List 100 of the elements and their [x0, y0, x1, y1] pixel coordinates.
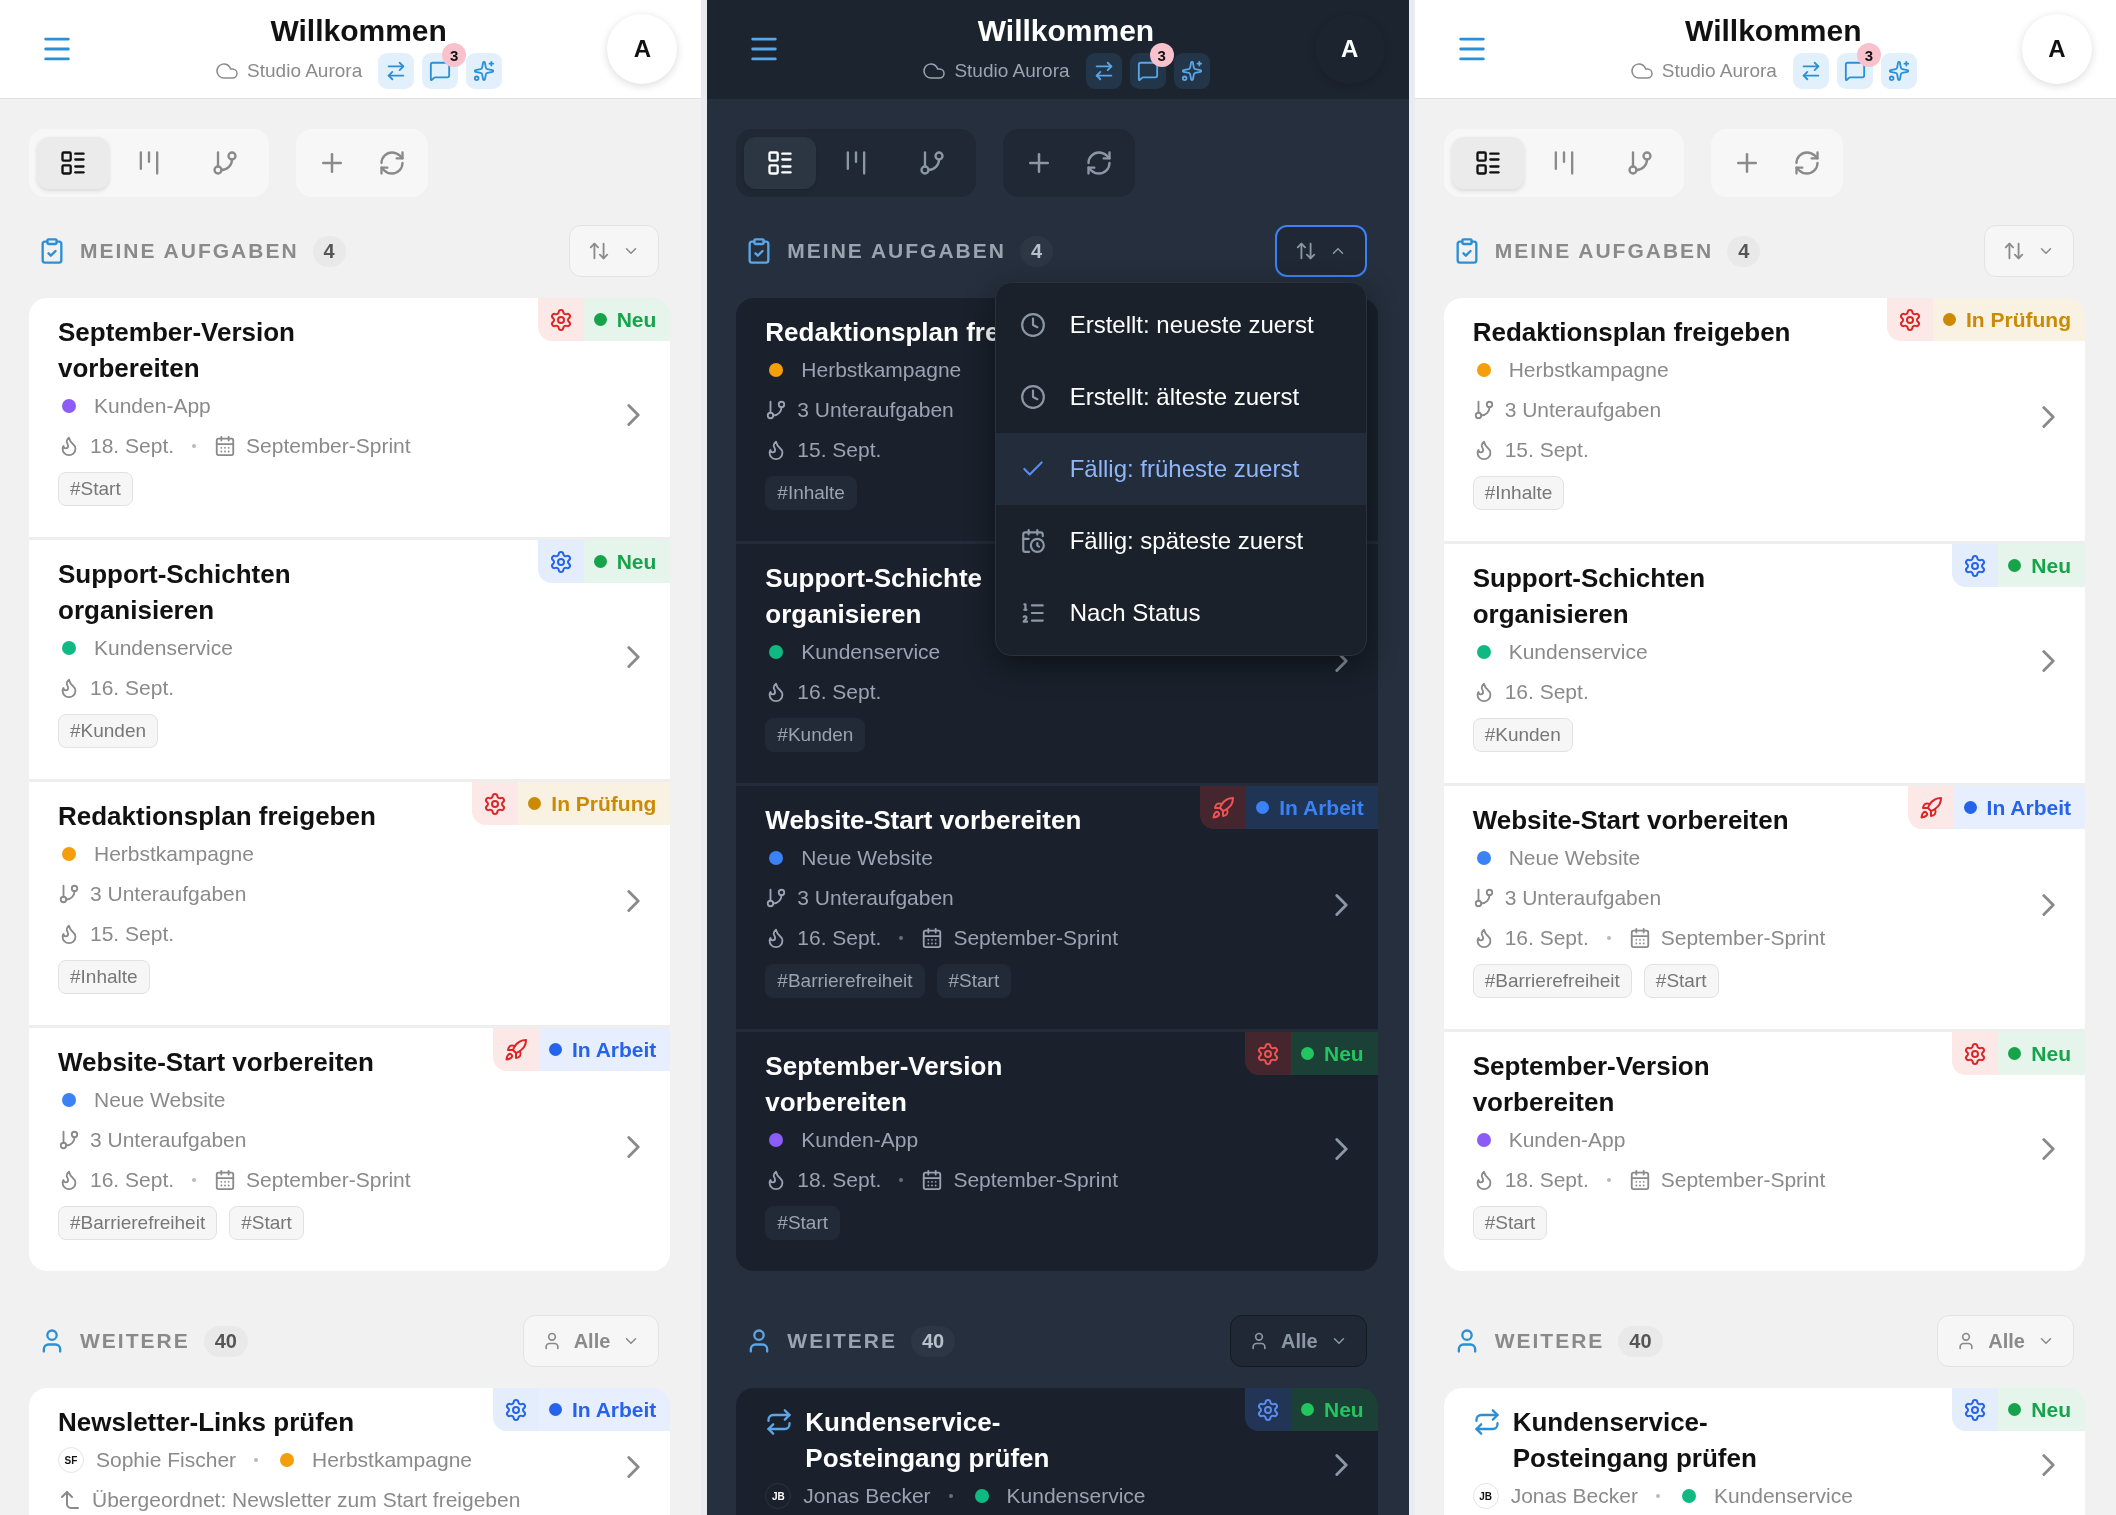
- task-title: Support-Schichte organisieren: [765, 562, 982, 631]
- task-title: Redaktionsplan freigeben: [58, 800, 376, 833]
- user-avatar[interactable]: A: [1314, 14, 1385, 84]
- sparkles-icon: [1887, 60, 1910, 82]
- tag[interactable]: #Kunden: [58, 714, 159, 748]
- menu-item[interactable]: Erstellt: älteste zuerst: [995, 361, 1366, 433]
- task-card[interactable]: Support-Schichten organisieren Kundenservice 16. Sept. #Kunden Neu: [29, 540, 671, 779]
- tag[interactable]: #Inhalte: [58, 960, 150, 994]
- task-count: 40: [1618, 1325, 1663, 1357]
- due-date: 15. Sept.: [797, 438, 882, 462]
- task-card[interactable]: Redaktionsplan freigeben Herbstkampagne 3 Unteraufgaben 15. Sept. #Inhalte In Prüfung: [1443, 298, 2085, 541]
- gear-icon: [548, 549, 573, 574]
- task-card[interactable]: September-Version vorbereiten Kunden-App 18. Sept. September-Sprint #Start Neu: [736, 1032, 1378, 1271]
- calendar-icon: [1628, 1169, 1651, 1191]
- list-view-button[interactable]: [744, 137, 817, 189]
- chevron-right-icon: [1334, 894, 1348, 916]
- task-card[interactable]: Support-Schichten organisieren Kundenservice 16. Sept. #Kunden Neu: [1443, 544, 2085, 783]
- chevron-right-icon: [2042, 650, 2055, 672]
- task-count: 40: [911, 1325, 956, 1357]
- task-card[interactable]: Kundenservice-Posteingang prüfen JB Jonas Becker Kundenservice Neu: [736, 1388, 1378, 1515]
- sort-icon: [588, 240, 611, 262]
- branch-view-icon: [918, 149, 947, 177]
- user-avatar[interactable]: A: [2022, 14, 2092, 84]
- task-title: Kundenservice-Posteingang prüfen: [805, 1406, 1051, 1475]
- clock-icon: [1019, 384, 1046, 410]
- tag[interactable]: #Barrierefreiheit: [1472, 964, 1632, 998]
- task-card[interactable]: Redaktionsplan freigeben Herbstkampagne 3 Unteraufgaben 15. Sept. #Inhalte In Prüfung: [29, 782, 671, 1025]
- notification-count: 3: [1149, 43, 1174, 67]
- task-card[interactable]: September-Version vorbereiten Kunden-App 18. Sept. September-Sprint #Start Neu: [29, 298, 671, 537]
- list-view-button[interactable]: [1451, 137, 1524, 189]
- switch-button[interactable]: [1085, 53, 1122, 89]
- tag[interactable]: #Inhalte: [765, 476, 857, 510]
- gear-icon: [1963, 1397, 1988, 1422]
- status-label: In Arbeit: [571, 1037, 657, 1062]
- filter-button[interactable]: Alle: [1229, 1315, 1367, 1367]
- project-name: Neue Website: [94, 1088, 226, 1112]
- calendar-clock-icon: [1019, 528, 1046, 554]
- task-card[interactable]: Kundenservice-Posteingang prüfen JB Jonas Becker Kundenservice Neu: [1443, 1388, 2085, 1515]
- status-label: In Prüfung: [551, 791, 657, 816]
- sparkle-button[interactable]: [466, 53, 503, 89]
- tag[interactable]: #Kunden: [765, 718, 866, 752]
- tag[interactable]: #Start: [58, 472, 133, 506]
- sort-icon: [2003, 240, 2025, 262]
- tag[interactable]: #Kunden: [1472, 718, 1573, 752]
- task-title: Support-Schichten organisieren: [1472, 562, 1707, 631]
- calendar-icon: [921, 1169, 944, 1191]
- due-date: 16. Sept.: [90, 676, 175, 700]
- sparkle-button[interactable]: [1173, 53, 1210, 89]
- tag[interactable]: #Barrierefreiheit: [58, 1206, 218, 1240]
- section-title: MEINE AUFGABEN: [1494, 239, 1714, 263]
- project-name: Kundenservice: [1713, 1484, 1853, 1508]
- gear-icon: [503, 1397, 528, 1422]
- section-title: MEINE AUFGABEN: [787, 239, 1006, 263]
- chevron-right-icon: [627, 890, 641, 912]
- chevron-right-icon: [2042, 406, 2055, 428]
- task-card[interactable]: Newsletter-Links prüfen SF Sophie Fischer Herbstkampagne Übergeordnet: Newsletter zum Start freigeben In Arbeit: [29, 1388, 671, 1515]
- tag[interactable]: #Start: [1472, 1206, 1548, 1240]
- sprint-name: September-Sprint: [246, 1168, 411, 1192]
- calendar-icon: [214, 435, 237, 457]
- status-label: Neu: [1323, 1397, 1364, 1422]
- task-count: 40: [203, 1325, 248, 1357]
- status-label: In Arbeit: [571, 1397, 657, 1422]
- gear-icon: [483, 791, 508, 816]
- sparkle-button[interactable]: [1880, 53, 1917, 89]
- project-name: Herbstkampagne: [94, 842, 254, 866]
- branch-icon: [1472, 399, 1495, 421]
- calendar-icon: [921, 927, 944, 949]
- menu-item[interactable]: Erstellt: neueste zuerst: [995, 289, 1366, 361]
- rocket-icon: [1211, 795, 1236, 820]
- subtask-count: 3 Unteraufgaben: [1504, 398, 1662, 422]
- task-card[interactable]: Website-Start vorbereiten Neue Website 3 Unteraufgaben 16. Sept. September-Sprint #Barrierefreiheit #Start In Arbeit: [1443, 786, 2085, 1029]
- task-card[interactable]: September-Version vorbereiten Kunden-App 18. Sept. September-Sprint #Start Neu: [1443, 1032, 2085, 1271]
- user-avatar[interactable]: A: [607, 14, 678, 84]
- workspace-name: Studio Aurora: [1661, 60, 1777, 82]
- due-date: 16. Sept.: [90, 1168, 175, 1192]
- menu-item[interactable]: Fällig: früheste zuerst: [995, 433, 1366, 505]
- status-label: Neu: [616, 307, 657, 332]
- sort-button[interactable]: [1274, 225, 1367, 277]
- list-view-button[interactable]: [37, 137, 109, 189]
- tag[interactable]: #Barrierefreiheit: [765, 964, 925, 998]
- tag[interactable]: #Start: [229, 1206, 304, 1240]
- tag[interactable]: #Start: [1643, 964, 1719, 998]
- sprint-name: September-Sprint: [953, 1168, 1118, 1192]
- switch-button[interactable]: [1792, 53, 1829, 89]
- task-title: Website-Start vorbereiten: [1472, 804, 1789, 837]
- task-card[interactable]: Website-Start vorbereiten Neue Website 3 Unteraufgaben 16. Sept. September-Sprint #Barrierefreiheit #Start In Arbeit: [736, 786, 1378, 1029]
- tag[interactable]: #Inhalte: [1472, 476, 1565, 510]
- status-label: In Arbeit: [1279, 795, 1364, 820]
- project-name: Kundenservice: [1006, 1484, 1146, 1508]
- switch-button[interactable]: [378, 53, 415, 89]
- task-count: 4: [312, 235, 346, 267]
- menu-item[interactable]: Nach Status: [995, 577, 1366, 649]
- gear-icon: [1255, 1041, 1280, 1066]
- assignee-name: Jonas Becker: [1510, 1484, 1638, 1508]
- tag[interactable]: #Start: [765, 1206, 841, 1240]
- project-name: Herbstkampagne: [1508, 358, 1669, 382]
- subtask-count: 3 Unteraufgaben: [90, 882, 247, 906]
- task-card[interactable]: Website-Start vorbereiten Neue Website 3 Unteraufgaben 16. Sept. September-Sprint #Barrierefreiheit #Start In Arbeit: [29, 1028, 671, 1271]
- chevron-right-icon: [1334, 1138, 1348, 1160]
- tag[interactable]: #Start: [936, 964, 1012, 998]
